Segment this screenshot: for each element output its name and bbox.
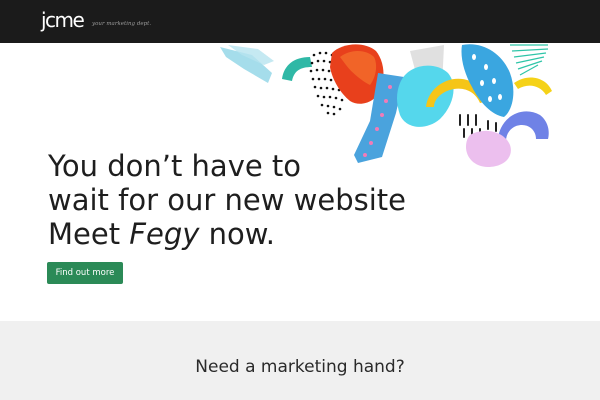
headline-line-3: Meet Fegy now. bbox=[48, 217, 406, 251]
band-title: Need a marketing hand? bbox=[195, 357, 405, 377]
teal-hatched-shape bbox=[510, 44, 549, 76]
periwinkle-arc-shape bbox=[498, 111, 549, 141]
brand-logo[interactable]: jcme bbox=[41, 8, 85, 32]
teal-hook-shape bbox=[282, 57, 312, 81]
headline-line-3-prefix: Meet bbox=[48, 217, 130, 251]
headline-product-name: Fegy bbox=[129, 217, 200, 251]
top-navigation-bar: jcme your marketing dept. bbox=[0, 0, 600, 43]
headline-line-3-suffix: now. bbox=[199, 217, 276, 251]
headline-line-2: wait for our new website bbox=[48, 183, 406, 217]
hero-headline: You don’t have to wait for our new websi… bbox=[48, 149, 406, 251]
blue-leaf-shape bbox=[461, 44, 514, 117]
cyan-blob-shape bbox=[397, 65, 454, 127]
brand-tagline: your marketing dept. bbox=[92, 21, 152, 27]
yellow-small-arc bbox=[514, 77, 552, 95]
marketing-band: Need a marketing hand? bbox=[0, 321, 600, 400]
find-out-more-button[interactable]: Find out more bbox=[47, 262, 123, 284]
headline-line-1: You don’t have to bbox=[48, 149, 302, 183]
